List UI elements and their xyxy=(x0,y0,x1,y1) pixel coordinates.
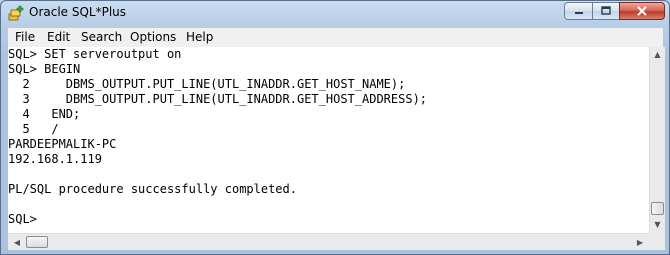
console-line: SQL> BEGIN xyxy=(8,62,81,76)
vertical-scroll-thumb[interactable] xyxy=(651,202,664,215)
menu-bar: File Edit Search Options Help xyxy=(8,28,663,48)
sqlplus-app-icon[interactable] xyxy=(8,5,24,21)
scroll-left-icon[interactable]: ◀ xyxy=(9,235,25,250)
scroll-up-icon[interactable]: ▲ xyxy=(650,47,665,62)
minimize-icon xyxy=(574,12,583,14)
scroll-right-icon[interactable]: ▶ xyxy=(632,235,648,250)
horizontal-scroll-thumb[interactable] xyxy=(26,236,48,248)
close-icon xyxy=(637,6,647,16)
menu-options[interactable]: Options xyxy=(130,30,176,44)
console-line: 192.168.1.119 xyxy=(8,152,102,166)
sqlplus-window: Oracle SQL*Plus File Edit Search Options… xyxy=(0,0,670,255)
scroll-down-icon[interactable]: ▼ xyxy=(650,217,665,232)
menu-edit[interactable]: Edit xyxy=(47,30,70,44)
console-line: 5 / xyxy=(8,122,59,136)
menu-help[interactable]: Help xyxy=(186,30,213,44)
console-line: 2 DBMS_OUTPUT.PUT_LINE(UTL_INADDR.GET_HO… xyxy=(8,77,406,91)
console-line: 3 DBMS_OUTPUT.PUT_LINE(UTL_INADDR.GET_HO… xyxy=(8,92,428,106)
close-button[interactable] xyxy=(619,2,665,20)
window-title: Oracle SQL*Plus xyxy=(29,5,127,19)
maximize-icon xyxy=(601,6,611,15)
maximize-button[interactable] xyxy=(592,2,620,20)
title-bar[interactable]: Oracle SQL*Plus xyxy=(1,1,669,25)
console-output[interactable]: SQL> SET serveroutput on SQL> BEGIN 2 DB… xyxy=(8,47,649,233)
menu-file[interactable]: File xyxy=(15,30,35,44)
menu-search[interactable]: Search xyxy=(81,30,122,44)
console-line: PARDEEPMALIK-PC xyxy=(8,137,117,151)
console-line: PL/SQL procedure successfully completed. xyxy=(8,182,297,196)
vertical-scrollbar[interactable]: ▲ ▼ xyxy=(649,47,665,233)
console-line: SQL> SET serveroutput on xyxy=(8,47,182,61)
console-line: 4 END; xyxy=(8,107,81,121)
horizontal-scrollbar[interactable]: ◀ ▶ xyxy=(8,233,649,250)
resize-grip[interactable] xyxy=(649,233,665,250)
sql-prompt[interactable]: SQL> xyxy=(8,212,37,227)
minimize-button[interactable] xyxy=(564,2,593,20)
